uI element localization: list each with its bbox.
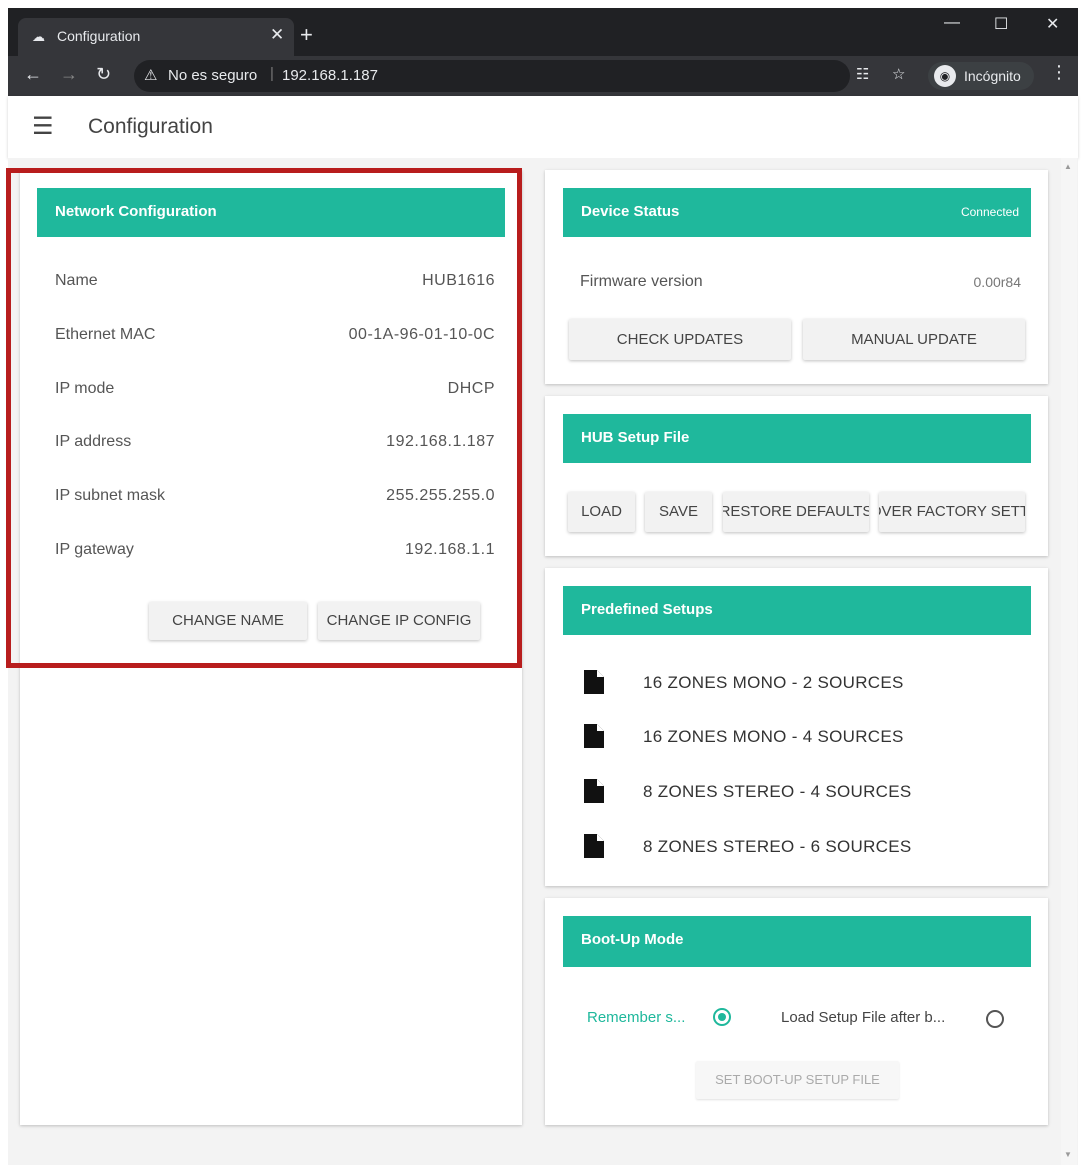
set-bootup-file-button[interactable]: SET BOOT-UP SETUP FILE xyxy=(696,1061,899,1099)
scroll-down-icon[interactable]: ▼ xyxy=(1064,1150,1072,1159)
recover-factory-label: RECOVER FACTORY SETTINGS xyxy=(879,503,1025,520)
maximize-icon[interactable]: ☐ xyxy=(994,14,1008,34)
hamburger-menu-icon[interactable]: ☰ xyxy=(32,112,54,141)
browser-toolbar: ← → ↻ ⚠ No es seguro | 192.168.1.187 ☷ ☆… xyxy=(8,56,1078,96)
remember-radio[interactable] xyxy=(713,1008,731,1026)
forward-arrow-icon[interactable]: → xyxy=(60,64,78,85)
more-menu-icon[interactable]: ⋮ xyxy=(1050,62,1068,83)
set-bootup-file-label: SET BOOT-UP SETUP FILE xyxy=(715,1072,880,1087)
file-icon[interactable] xyxy=(584,724,604,748)
file-icon[interactable] xyxy=(584,779,604,803)
scrollbar[interactable] xyxy=(1061,158,1077,1165)
predefined-setups-title: Predefined Setups xyxy=(581,601,713,618)
address-bar[interactable]: ⚠ No es seguro | 192.168.1.187 xyxy=(134,60,850,92)
tab-title: Configuration xyxy=(57,28,141,44)
manual-update-label: MANUAL UPDATE xyxy=(851,331,977,348)
save-label: SAVE xyxy=(659,503,698,520)
predefined-setup-item[interactable]: 8 ZONES STEREO - 4 SOURCES xyxy=(643,782,912,802)
translate-icon[interactable]: ☷ xyxy=(856,65,869,83)
load-label: LOAD xyxy=(581,503,622,520)
warning-icon[interactable]: ⚠ xyxy=(144,66,157,84)
security-label[interactable]: No es seguro xyxy=(168,67,257,84)
app-bar: ☰ Configuration xyxy=(8,96,1078,158)
check-updates-label: CHECK UPDATES xyxy=(616,331,744,348)
window-close-icon[interactable]: ✕ xyxy=(1046,14,1059,34)
favicon-icon: ☁ xyxy=(32,29,45,44)
save-button[interactable]: SAVE xyxy=(645,492,712,532)
load-button[interactable]: LOAD xyxy=(568,492,635,532)
setup-file-title: HUB Setup File xyxy=(581,429,690,446)
scroll-up-icon[interactable]: ▲ xyxy=(1064,162,1072,171)
incognito-icon: ◉ xyxy=(934,65,956,87)
browser-tab[interactable]: ☁ Configuration ✕ xyxy=(18,18,294,56)
incognito-label: Incógnito xyxy=(964,68,1021,84)
bootup-mode-title: Boot-Up Mode xyxy=(581,931,684,948)
back-arrow-icon[interactable]: ← xyxy=(24,64,42,85)
page-title: Configuration xyxy=(88,115,213,138)
load-setup-option-label[interactable]: Load Setup File after b... xyxy=(781,1009,945,1026)
browser-tab-bar: ☁ Configuration ✕ + — ☐ ✕ xyxy=(8,8,1078,56)
check-updates-button[interactable]: CHECK UPDATES xyxy=(569,319,791,360)
firmware-value: 0.00r84 xyxy=(973,274,1021,290)
restore-defaults-label: RESTORE DEFAULTS xyxy=(723,503,869,520)
firmware-label: Firmware version xyxy=(580,273,703,290)
highlight-frame xyxy=(6,168,522,668)
reload-icon[interactable]: ↻ xyxy=(96,64,111,85)
predefined-setup-item[interactable]: 16 ZONES MONO - 4 SOURCES xyxy=(643,727,904,747)
setup-file-header: HUB Setup File xyxy=(563,414,1031,463)
bootup-mode-header: Boot-Up Mode xyxy=(563,916,1031,967)
file-icon[interactable] xyxy=(584,834,604,858)
recover-factory-button[interactable]: RECOVER FACTORY SETTINGS xyxy=(879,492,1025,532)
load-setup-radio[interactable] xyxy=(986,1010,1004,1028)
device-status-title: Device Status xyxy=(581,203,680,220)
predefined-setup-item[interactable]: 16 ZONES MONO - 2 SOURCES xyxy=(643,673,904,693)
file-icon[interactable] xyxy=(584,670,604,694)
connection-status-badge: Connected xyxy=(960,205,1019,219)
incognito-badge[interactable]: ◉ Incógnito xyxy=(928,62,1034,90)
manual-update-button[interactable]: MANUAL UPDATE xyxy=(803,319,1025,360)
address-separator: | xyxy=(270,65,274,82)
remember-option-label[interactable]: Remember s... xyxy=(587,1009,685,1026)
predefined-setup-item[interactable]: 8 ZONES STEREO - 6 SOURCES xyxy=(643,837,912,857)
predefined-setups-header: Predefined Setups xyxy=(563,586,1031,635)
url-text[interactable]: 192.168.1.187 xyxy=(282,67,378,84)
minimize-icon[interactable]: — xyxy=(944,14,960,32)
device-status-header: Device Status Connected xyxy=(563,188,1031,237)
restore-defaults-button[interactable]: RESTORE DEFAULTS xyxy=(723,492,869,532)
close-tab-icon[interactable]: ✕ xyxy=(270,25,284,45)
star-icon[interactable]: ☆ xyxy=(892,65,905,83)
new-tab-button[interactable]: + xyxy=(300,22,313,48)
